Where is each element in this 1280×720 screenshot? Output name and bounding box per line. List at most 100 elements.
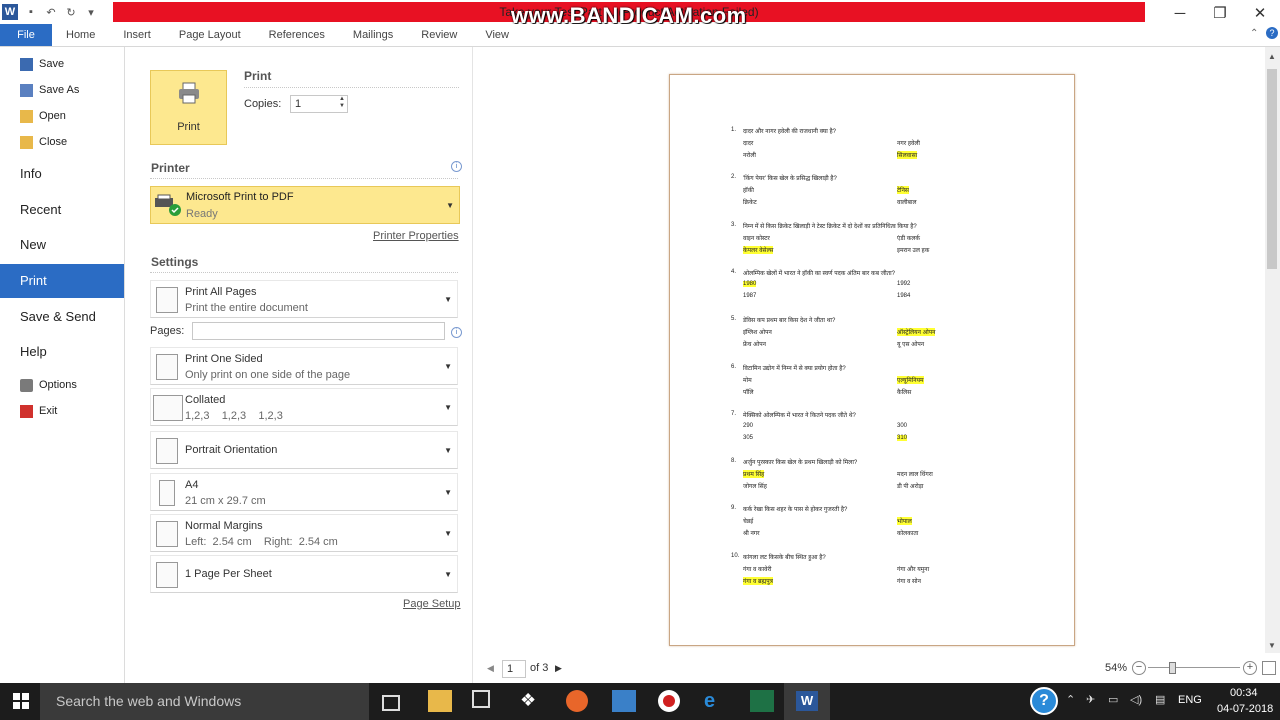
scroll-up-icon[interactable]: ▲ bbox=[1268, 52, 1276, 61]
dropbox-icon[interactable]: ❖ bbox=[520, 690, 544, 712]
network-app-icon[interactable] bbox=[612, 690, 636, 712]
orientation-dropdown[interactable]: Portrait Orientation ▼ bbox=[150, 431, 458, 469]
preview-scrollbar[interactable]: ▲ ▼ bbox=[1265, 47, 1280, 653]
zoom-slider-thumb[interactable] bbox=[1169, 662, 1176, 674]
nav-options[interactable]: Options bbox=[20, 375, 77, 395]
printer-dropdown[interactable]: Microsoft Print to PDF Ready ▼ bbox=[150, 186, 460, 224]
question-number: 6. bbox=[731, 363, 737, 370]
page-setup-link[interactable]: Page Setup bbox=[403, 598, 461, 610]
page-number-input[interactable]: 1 bbox=[502, 660, 526, 678]
close-button[interactable]: ✕ bbox=[1240, 0, 1280, 26]
tray-overflow-icon[interactable]: ⌃ bbox=[1066, 693, 1075, 706]
zoom-out-icon[interactable]: − bbox=[1132, 661, 1146, 675]
scrollbar-thumb[interactable] bbox=[1267, 69, 1277, 269]
print-range-dropdown[interactable]: Print All Pages Print the entire documen… bbox=[150, 280, 458, 318]
next-page-icon[interactable]: ▶ bbox=[555, 663, 562, 674]
windows-start-icon[interactable] bbox=[13, 693, 29, 709]
collation-dropdown[interactable]: Collated 1,2,3 1,2,3 1,2,3 ▼ bbox=[150, 388, 458, 426]
question-text: मेक्सिको ओलम्पिक में भारत ने कितने पदक ज… bbox=[743, 412, 856, 419]
tab-insert[interactable]: Insert bbox=[109, 24, 165, 46]
copies-spinner-icon[interactable]: ▲ ▼ bbox=[339, 96, 345, 110]
help-icon[interactable]: ? bbox=[1266, 27, 1278, 39]
excel-icon[interactable] bbox=[750, 690, 774, 712]
zoom-slider-track[interactable] bbox=[1148, 667, 1240, 668]
option-text: गंगा व ब्रह्मपुत्र bbox=[743, 576, 773, 585]
zoom-in-icon[interactable]: + bbox=[1243, 661, 1257, 675]
tab-review[interactable]: Review bbox=[407, 24, 471, 46]
question-number: 3. bbox=[731, 221, 737, 228]
tab-mailings[interactable]: Mailings bbox=[339, 24, 407, 46]
option-text: जोगल सिंह bbox=[743, 484, 767, 491]
task-view-icon[interactable] bbox=[382, 695, 400, 711]
help-tray-icon[interactable]: ? bbox=[1030, 687, 1058, 715]
clock-date[interactable]: 04-07-2018 bbox=[1217, 703, 1273, 715]
tab-home[interactable]: Home bbox=[52, 24, 109, 46]
nav-help[interactable]: Help bbox=[0, 335, 124, 369]
notification-icon[interactable]: ▤ bbox=[1155, 693, 1165, 706]
word-logo-icon: W bbox=[2, 4, 18, 20]
print-heading: Print bbox=[244, 69, 272, 83]
pages-per-sheet-dropdown[interactable]: 1 Page Per Sheet ▼ bbox=[150, 555, 458, 593]
nav-save-as[interactable]: Save As bbox=[20, 80, 79, 100]
nav-new[interactable]: New bbox=[0, 228, 124, 262]
option-text: पॉलि bbox=[743, 389, 754, 396]
copies-input[interactable]: 1 ▲ ▼ bbox=[290, 95, 348, 113]
clock-time[interactable]: 00:34 bbox=[1230, 687, 1258, 699]
question-text: ओलम्पिक खेलों में भारत ने हॉकी का स्वर्ण… bbox=[743, 270, 895, 277]
option-text: हॉकी bbox=[743, 188, 754, 195]
minimize-button[interactable]: ─ bbox=[1160, 0, 1200, 26]
option-text: फ्रेंच ओपन bbox=[743, 342, 766, 349]
question-text: दादर और नागर हवेली की राजधानी क्या है? bbox=[743, 129, 837, 135]
sides-dropdown[interactable]: Print One Sided Only print on one side o… bbox=[150, 347, 458, 385]
customize-qat-icon[interactable]: ▾ bbox=[84, 5, 98, 19]
save-icon[interactable]: ▪ bbox=[24, 5, 38, 19]
edge-icon[interactable]: e bbox=[704, 690, 728, 712]
previous-page-icon[interactable]: ◀ bbox=[487, 663, 494, 674]
firefox-icon[interactable] bbox=[566, 690, 588, 712]
preview-page[interactable] bbox=[669, 74, 1075, 646]
question-number: 10. bbox=[731, 552, 740, 559]
file-explorer-icon[interactable] bbox=[428, 690, 452, 712]
chevron-down-icon: ▼ bbox=[444, 403, 452, 412]
printer-properties-link[interactable]: Printer Properties bbox=[373, 230, 459, 242]
taskbar-search-input[interactable]: Search the web and Windows bbox=[40, 683, 369, 720]
tray-battery-icon[interactable]: ▭ bbox=[1108, 693, 1118, 706]
nav-open[interactable]: Open bbox=[20, 106, 66, 126]
zoom-to-page-icon[interactable] bbox=[1262, 661, 1276, 675]
tray-network-icon[interactable]: ✈ bbox=[1086, 693, 1095, 706]
restore-button[interactable]: ❐ bbox=[1200, 0, 1240, 26]
question-number: 8. bbox=[731, 458, 737, 465]
undo-icon[interactable]: ↶ bbox=[44, 5, 58, 19]
tab-references[interactable]: References bbox=[255, 24, 339, 46]
pages-info-icon[interactable]: i bbox=[451, 327, 462, 338]
volume-icon[interactable]: ◁) bbox=[1130, 693, 1142, 706]
nav-close[interactable]: Close bbox=[20, 132, 67, 152]
redo-icon[interactable]: ↻ bbox=[64, 5, 78, 19]
record-icon[interactable] bbox=[658, 690, 680, 712]
tab-view[interactable]: View bbox=[471, 24, 523, 46]
zoom-level[interactable]: 54% bbox=[1105, 662, 1127, 674]
nav-print[interactable]: Print bbox=[0, 264, 124, 298]
tab-file[interactable]: File bbox=[0, 24, 52, 46]
tab-page-layout[interactable]: Page Layout bbox=[165, 24, 255, 46]
store-icon[interactable] bbox=[472, 690, 490, 708]
paper-size-dropdown[interactable]: A4 21 cm x 29.7 cm ▼ bbox=[150, 473, 458, 511]
printer-info-icon[interactable]: i bbox=[451, 161, 462, 172]
margins-dropdown[interactable]: Normal Margins Left: 2.54 cm Right: 2.54… bbox=[150, 514, 458, 552]
nav-recent[interactable]: Recent bbox=[0, 193, 124, 227]
option-text: केपलर वेसेल्स bbox=[743, 245, 774, 254]
pages-input[interactable] bbox=[192, 322, 445, 340]
collapse-ribbon-icon[interactable]: ⌃ bbox=[1250, 28, 1258, 39]
paper-icon bbox=[159, 480, 175, 506]
nav-info[interactable]: Info bbox=[0, 157, 124, 191]
portrait-icon bbox=[156, 438, 178, 464]
chevron-down-icon: ▼ bbox=[444, 529, 452, 538]
nav-exit[interactable]: Exit bbox=[20, 401, 57, 421]
language-indicator[interactable]: ENG bbox=[1178, 694, 1202, 706]
chevron-down-icon: ▼ bbox=[446, 201, 454, 210]
word-taskbar-active[interactable]: W bbox=[784, 683, 830, 720]
scroll-down-icon[interactable]: ▼ bbox=[1268, 641, 1276, 650]
nav-save-send[interactable]: Save & Send bbox=[0, 300, 124, 334]
nav-save[interactable]: Save bbox=[20, 54, 64, 74]
print-button[interactable]: Print bbox=[150, 70, 227, 145]
